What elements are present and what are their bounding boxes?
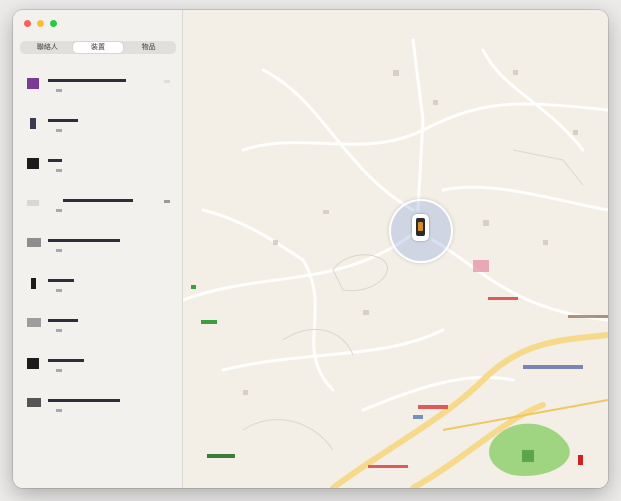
device-name-redacted xyxy=(48,239,120,242)
device-status-redacted xyxy=(56,89,62,92)
device-list-item[interactable] xyxy=(13,70,182,110)
device-icon xyxy=(27,358,39,369)
tab-people[interactable]: 聯絡人 xyxy=(22,42,73,53)
device-list-item[interactable] xyxy=(13,270,182,310)
device-name-redacted xyxy=(48,119,78,122)
device-status-redacted xyxy=(56,129,62,132)
device-name-redacted xyxy=(48,359,84,362)
battery-icon xyxy=(164,200,170,203)
find-my-window: 聯絡人 裝置 物品 xyxy=(13,10,608,488)
device-icon xyxy=(31,278,36,289)
zoom-button[interactable] xyxy=(50,20,57,27)
battery-icon xyxy=(164,80,170,83)
device-name-redacted xyxy=(48,399,120,402)
device-list-item[interactable] xyxy=(13,150,182,190)
device-list xyxy=(13,70,182,430)
map-view[interactable] xyxy=(183,10,608,488)
device-icon xyxy=(30,118,36,129)
device-status-redacted xyxy=(56,169,62,172)
device-icon xyxy=(27,158,39,169)
window-controls xyxy=(24,20,57,27)
device-icon xyxy=(27,200,39,206)
device-icon xyxy=(27,78,39,89)
device-icon xyxy=(27,398,41,407)
device-status-redacted xyxy=(56,249,62,252)
phone-icon xyxy=(416,218,425,236)
device-name-redacted xyxy=(48,319,78,322)
close-button[interactable] xyxy=(24,20,31,27)
device-name-redacted xyxy=(63,199,133,202)
minimize-button[interactable] xyxy=(37,20,44,27)
device-icon xyxy=(27,318,41,327)
device-status-redacted xyxy=(56,289,62,292)
sidebar: 聯絡人 裝置 物品 xyxy=(13,10,183,488)
tab-items[interactable]: 物品 xyxy=(123,42,174,53)
device-status-redacted xyxy=(56,369,62,372)
device-list-item[interactable] xyxy=(13,350,182,390)
device-list-item[interactable] xyxy=(13,110,182,150)
device-name-redacted xyxy=(48,279,74,282)
tab-devices[interactable]: 裝置 xyxy=(72,42,124,53)
device-status-redacted xyxy=(56,329,62,332)
segmented-control: 聯絡人 裝置 物品 xyxy=(20,41,176,54)
device-list-item[interactable] xyxy=(13,310,182,350)
device-list-item[interactable] xyxy=(13,390,182,430)
device-list-item[interactable] xyxy=(13,190,182,230)
device-name-redacted xyxy=(48,159,62,162)
device-status-redacted xyxy=(56,209,62,212)
device-status-redacted xyxy=(56,409,62,412)
device-name-redacted xyxy=(48,79,126,82)
device-location-pin[interactable] xyxy=(389,199,453,263)
device-icon xyxy=(27,238,41,247)
device-list-item[interactable] xyxy=(13,230,182,270)
pin-card xyxy=(412,214,429,241)
